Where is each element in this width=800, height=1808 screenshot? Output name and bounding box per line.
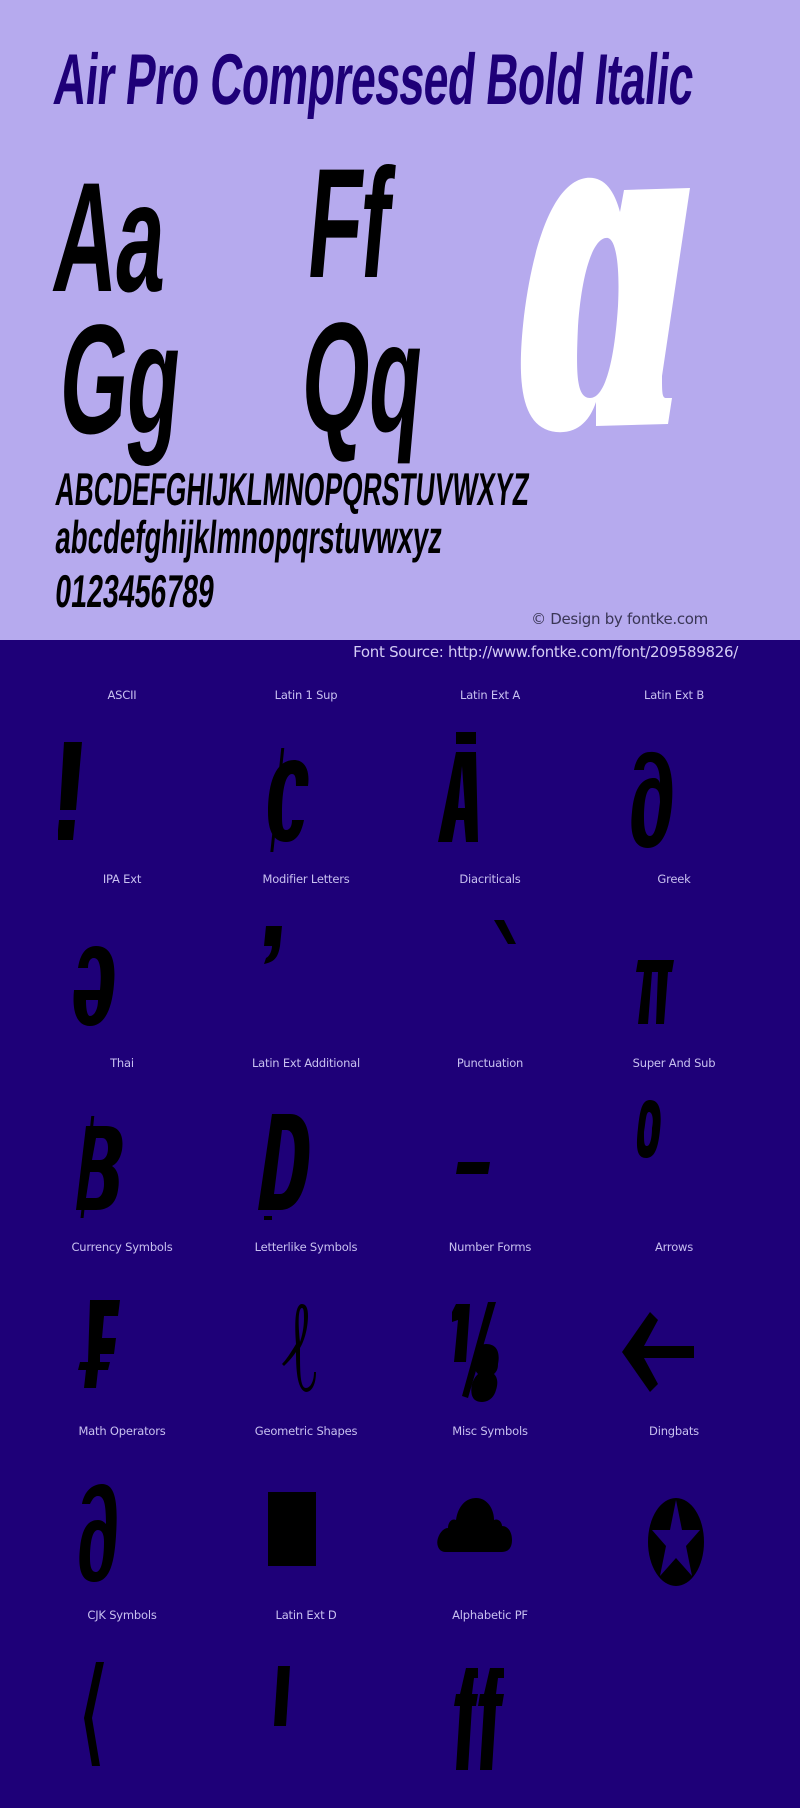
one-eighth-glyph-icon (426, 1274, 556, 1404)
unicode-block-label: Misc Symbols (452, 1424, 528, 1438)
design-credit: © Design by fontke.com (531, 610, 708, 628)
unicode-block-label: Arrows (654, 1240, 694, 1254)
highlight-glyph-a (516, 176, 700, 434)
unicode-block-cell: Misc Symbols (398, 1424, 582, 1608)
circled-star-glyph-icon (610, 1458, 740, 1588)
unicode-block-cell: Greek (582, 872, 766, 1056)
pi-glyph-icon (610, 906, 740, 1036)
en-dash-glyph-icon (426, 1090, 556, 1220)
unicode-block-cell: Alphabetic PF (398, 1608, 582, 1792)
unicode-block-cell: Latin Ext D (214, 1608, 398, 1792)
cloud-glyph-icon (426, 1458, 556, 1588)
left-arrow-glyph-icon (610, 1274, 740, 1404)
unicode-block-label: Thai (110, 1056, 134, 1070)
unicode-block-label: Modifier Letters (262, 872, 350, 886)
unicode-block-cell: Super And Sub (582, 1056, 766, 1240)
unicode-block-cell: Punctuation (398, 1056, 582, 1240)
unicode-block-cell: Thai (30, 1056, 214, 1240)
unicode-block-cell: CJK Symbols (30, 1608, 214, 1792)
baht-glyph-icon (58, 1090, 188, 1220)
unicode-block-label: Latin Ext Additional (251, 1056, 361, 1070)
unicode-block-cell: IPA Ext (30, 872, 214, 1056)
unicode-block-label: Alphabetic PF (452, 1608, 528, 1622)
sample-pair-ff: Ff (301, 137, 398, 311)
unicode-block-label: Latin Ext D (275, 1608, 337, 1622)
unicode-block-cell: Arrows (582, 1240, 766, 1424)
unicode-block-cell: ASCII (30, 688, 214, 872)
unicode-block-label: Latin Ext A (459, 688, 520, 702)
unicode-block-cell: Modifier Letters (214, 872, 398, 1056)
unicode-block-label: Punctuation (456, 1056, 524, 1070)
partial-differential-glyph-icon (58, 1458, 188, 1588)
angle-bracket-glyph-icon (58, 1642, 188, 1772)
font-title: Air Pro Compressed Bold Italic (50, 40, 698, 120)
unicode-block-label: Letterlike Symbols (254, 1240, 358, 1254)
unicode-block-cell: Math Operators (30, 1424, 214, 1608)
unicode-block-label: Currency Symbols (71, 1240, 173, 1254)
hero-panel: Air Pro Compressed Bold Italic Aa Ff Gg … (0, 0, 800, 640)
unicode-block-label: Latin 1 Sup (274, 688, 338, 702)
superscript-zero-glyph-icon (610, 1090, 740, 1220)
unicode-block-label: Greek (657, 872, 691, 886)
unicode-block-cell: Diacriticals (398, 872, 582, 1056)
exclamation-glyph-icon (58, 722, 188, 852)
a-macron-glyph-icon (426, 722, 556, 852)
ff-ligature-glyph-icon (426, 1642, 556, 1772)
unicode-block-label: Math Operators (78, 1424, 166, 1438)
font-source-link[interactable]: Font Source: http://www.fontke.com/font/… (353, 645, 738, 660)
unicode-block-cell: Dingbats (582, 1424, 766, 1608)
unicode-block-cell: Currency Symbols (30, 1240, 214, 1424)
unicode-block-cell: Latin Ext Additional (214, 1056, 398, 1240)
grave-accent-glyph-icon (426, 906, 556, 1036)
sample-pair-gg: Gg (53, 293, 188, 467)
saltillo-glyph-icon (242, 1642, 372, 1772)
unicode-block-label: Dingbats (649, 1424, 699, 1438)
digits-sample: 0123456789 (53, 565, 217, 617)
schwa-glyph-icon (58, 906, 188, 1036)
uppercase-sample: ABCDEFGHIJKLMNOPQRSTUVWXYZ (53, 463, 532, 515)
cent-glyph-icon (242, 722, 372, 852)
unicode-block-label: Super And Sub (632, 1056, 716, 1070)
unicode-block-cell: Letterlike Symbols (214, 1240, 398, 1424)
unicode-block-cell: Latin 1 Sup (214, 688, 398, 872)
unicode-block-label: Latin Ext B (643, 688, 705, 702)
unicode-block-label: IPA Ext (102, 872, 142, 886)
franc-glyph-icon (58, 1274, 188, 1404)
partial-glyph-icon (610, 722, 740, 852)
apostrophe-glyph-icon (242, 906, 372, 1036)
script-l-glyph-icon (242, 1274, 372, 1404)
black-square-glyph-icon (242, 1458, 372, 1588)
unicode-block-label: CJK Symbols (87, 1608, 157, 1622)
unicode-block-label: Diacriticals (459, 872, 521, 886)
d-dot-below-glyph-icon (242, 1090, 372, 1220)
unicode-block-cell: Latin Ext A (398, 688, 582, 872)
unicode-block-cell: Latin Ext B (582, 688, 766, 872)
unicode-block-label: ASCII (107, 688, 137, 702)
unicode-block-label: Number Forms (448, 1240, 532, 1254)
lowercase-sample: abcdefghijklmnopqrstuvwxyz (53, 511, 445, 563)
unicode-block-label: Geometric Shapes (254, 1424, 358, 1438)
unicode-block-cell: Geometric Shapes (214, 1424, 398, 1608)
sample-pair-qq: Qq (295, 291, 430, 465)
unicode-block-grid: ASCII Latin 1 Sup Latin Ext A Latin Ext B IP… (30, 688, 766, 1792)
unicode-block-cell: Number Forms (398, 1240, 582, 1424)
